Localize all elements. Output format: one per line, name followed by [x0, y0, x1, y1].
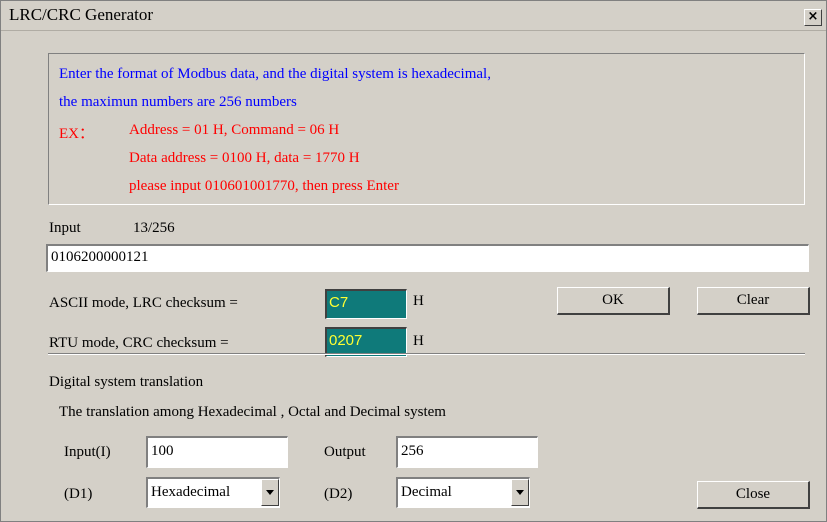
- d2-label: (D2): [324, 486, 353, 502]
- d1-select[interactable]: Hexadecimal: [146, 477, 280, 508]
- chevron-down-icon[interactable]: [261, 479, 279, 506]
- d2-select-value: Decimal: [401, 484, 452, 500]
- input-count: 13/256: [133, 220, 175, 236]
- close-button[interactable]: Close: [697, 481, 810, 509]
- input-label: Input: [49, 220, 81, 236]
- translation-heading: Digital system translation: [49, 374, 204, 390]
- lrc-unit: H: [413, 293, 424, 309]
- example-line-1: Address = 01 H, Command = 06 H: [129, 122, 340, 138]
- close-window-button[interactable]: ×: [804, 9, 822, 26]
- d1-select-value: Hexadecimal: [151, 484, 231, 500]
- translation-description: The translation among Hexadecimal , Octa…: [59, 404, 446, 420]
- example-line-3: please input 010601001770, then press En…: [129, 178, 399, 194]
- info-line-2: the maximun numbers are 256 numbers: [59, 94, 297, 110]
- ascii-lrc-label: ASCII mode, LRC checksum =: [49, 295, 238, 311]
- clear-button[interactable]: Clear: [697, 287, 810, 315]
- rtu-crc-label: RTU mode, CRC checksum =: [49, 335, 229, 351]
- lrc-crc-generator-window: LRC/CRC Generator × Enter the format of …: [0, 0, 827, 522]
- instructions-panel: Enter the format of Modbus data, and the…: [48, 53, 805, 205]
- ok-button[interactable]: OK: [557, 287, 670, 315]
- translation-output-field[interactable]: 256: [396, 436, 538, 468]
- translation-output-label: Output: [324, 444, 366, 460]
- translation-input-label: Input(I): [64, 444, 111, 460]
- lrc-checksum-value: C7: [325, 289, 407, 319]
- close-icon: ×: [807, 9, 819, 24]
- modbus-input-field[interactable]: 0106200000121: [46, 244, 809, 272]
- example-label: EX：: [59, 126, 94, 142]
- d2-select[interactable]: Decimal: [396, 477, 530, 508]
- title-bar: LRC/CRC Generator ×: [1, 1, 826, 31]
- window-title: LRC/CRC Generator: [9, 5, 154, 24]
- example-line-2: Data address = 0100 H, data = 1770 H: [129, 150, 360, 166]
- crc-unit: H: [413, 333, 424, 349]
- info-line-1: Enter the format of Modbus data, and the…: [59, 66, 491, 82]
- divider: [48, 353, 805, 355]
- d1-label: (D1): [64, 486, 93, 502]
- chevron-down-icon[interactable]: [511, 479, 529, 506]
- translation-input-field[interactable]: 100: [146, 436, 288, 468]
